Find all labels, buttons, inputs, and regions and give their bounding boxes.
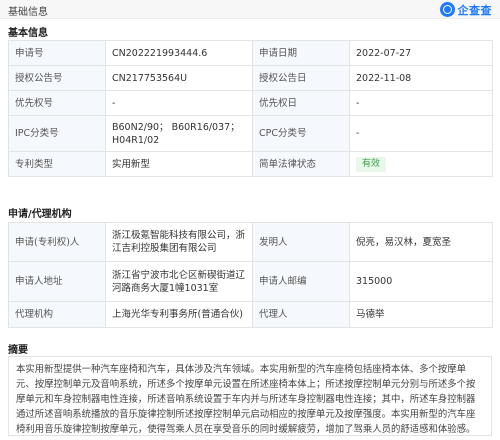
label-grant-number: 授权公告号 [8,65,106,91]
agency-table: 申请(专利权)人 浙江极氪智能科技有限公司，浙江吉利控股集团有限公司 发明人 倪… [8,222,493,328]
label-cpc: CPC分类号 [252,115,350,152]
basic-info-table: 申请号 CN202221993444.6 申请日期 2022-07-27 授权公… [8,40,493,177]
label-inventor: 发明人 [252,222,350,262]
section-title-basic: 基本信息 [8,28,48,39]
agency-link[interactable]: 上海光华专利事务所(普通合伙) [105,301,253,328]
table-row: 优先权号 - 优先权日 - [8,90,493,116]
value-applicant-address: 浙江省宁波市北仑区新碶街道辽河路商务大厦1幢1031室 [105,261,253,302]
table-row: 申请人地址 浙江省宁波市北仑区新碶街道辽河路商务大厦1幢1031室 申请人邮编 … [8,261,493,302]
value-patent-type: 实用新型 [105,151,253,177]
value-cpc: - [349,115,493,152]
label-application-number: 申请号 [8,40,106,66]
table-row: 授权公告号 CN217753564U 授权公告日 2022-11-08 [8,65,493,91]
value-ipc: B60N2/90； B60R16/037； H04R1/02 [105,115,253,152]
header-bar: 基础信息 企查查 [0,0,500,19]
label-patent-type: 专利类型 [8,151,106,177]
value-grant-number: CN217753564U [105,65,253,91]
section-title-agency: 申请/代理机构 [8,209,72,220]
label-agent: 代理人 [252,301,350,328]
qcc-logo-icon [439,2,455,17]
label-legal-status: 简单法律状态 [252,151,350,177]
label-ipc: IPC分类号 [8,115,106,152]
table-row: 申请号 CN202221993444.6 申请日期 2022-07-27 [8,40,493,66]
value-postcode: 315000 [349,261,493,302]
value-priority-number: - [105,90,253,116]
value-inventor: 倪亮，易汉林，夏宽圣 [349,222,493,262]
label-applicant: 申请(专利权)人 [8,222,106,262]
section-title-abstract: 摘要 [8,345,28,356]
abstract-text: 本实用新型提供一种汽车座椅和汽车，具体涉及汽车领域。本实用新型的汽车座椅包括座椅… [8,356,492,436]
page-title: 基础信息 [8,7,48,18]
label-application-date: 申请日期 [252,40,350,66]
value-agent: 马德举 [349,301,493,328]
status-badge: 有效 [356,156,387,172]
value-priority-date: - [349,90,493,116]
label-priority-number: 优先权号 [8,90,106,116]
value-legal-status: 有效 [349,151,493,177]
label-agency: 代理机构 [8,301,106,328]
brand-name: 企查查 [457,3,492,17]
brand-logo[interactable]: 企查查 [439,1,493,18]
value-application-date: 2022-07-27 [349,40,493,66]
table-row: 申请(专利权)人 浙江极氪智能科技有限公司，浙江吉利控股集团有限公司 发明人 倪… [8,222,493,262]
label-priority-date: 优先权日 [252,90,350,116]
table-row: 专利类型 实用新型 简单法律状态 有效 [8,151,493,177]
value-application-number: CN202221993444.6 [105,40,253,66]
value-grant-date: 2022-11-08 [349,65,493,91]
applicant-link[interactable]: 浙江极氪智能科技有限公司，浙江吉利控股集团有限公司 [105,222,253,262]
table-row: 代理机构 上海光华专利事务所(普通合伙) 代理人 马德举 [8,301,493,328]
label-postcode: 申请人邮编 [252,261,350,302]
label-applicant-address: 申请人地址 [8,261,106,302]
table-row: IPC分类号 B60N2/90； B60R16/037； H04R1/02 CP… [8,115,493,152]
label-grant-date: 授权公告日 [252,65,350,91]
